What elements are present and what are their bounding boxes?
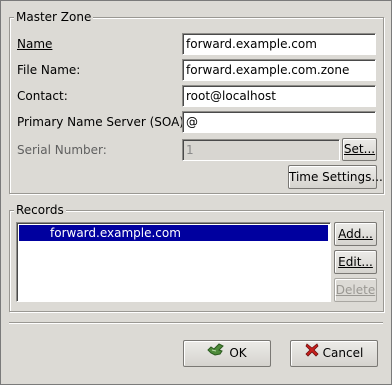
contact-label-text: Contact: bbox=[17, 89, 68, 103]
ok-button[interactable]: OK bbox=[183, 340, 271, 367]
file-name-label-text: File Name: bbox=[17, 63, 81, 77]
serial-number-label-text: Serial Number: bbox=[17, 143, 107, 157]
time-settings-button[interactable]: Time Settings... bbox=[288, 165, 383, 189]
records-list[interactable]: forward.example.com bbox=[16, 222, 331, 302]
ok-button-label: OK bbox=[229, 346, 247, 360]
file-name-label: File Name: bbox=[17, 62, 80, 78]
add-record-button[interactable]: Add... bbox=[334, 222, 377, 246]
time-settings-button-label: Time Settings... bbox=[289, 170, 383, 184]
contact-field[interactable]: root@localhost bbox=[182, 85, 376, 107]
records-list-item[interactable]: forward.example.com bbox=[19, 225, 328, 241]
name-label: Name bbox=[17, 36, 52, 52]
primary-name-server-field[interactable]: @ bbox=[182, 111, 376, 133]
delete-record-button-label: Delete bbox=[335, 283, 376, 297]
master-zone-dialog: Master Zone Name File Name: Contact: Pri… bbox=[0, 0, 392, 385]
set-button-label: Set... bbox=[343, 142, 376, 156]
set-button[interactable]: Set... bbox=[342, 138, 377, 161]
edit-record-button[interactable]: Edit... bbox=[334, 250, 377, 274]
footer-separator bbox=[9, 322, 383, 324]
primary-name-server-label-text: Primary Name Server (SOA): bbox=[17, 115, 189, 129]
cancel-button-label: Cancel bbox=[322, 346, 364, 360]
cancel-x-icon bbox=[305, 341, 319, 366]
records-title: Records bbox=[14, 202, 66, 218]
contact-label: Contact: bbox=[17, 88, 68, 104]
ok-hand-icon bbox=[207, 341, 225, 366]
primary-name-server-label: Primary Name Server (SOA): bbox=[17, 114, 188, 130]
name-field[interactable]: forward.example.com bbox=[182, 33, 376, 55]
add-record-button-label: Add... bbox=[338, 227, 373, 241]
master-zone-title: Master Zone bbox=[14, 9, 94, 25]
edit-record-button-label: Edit... bbox=[338, 255, 373, 269]
serial-number-field: 1 bbox=[182, 139, 340, 161]
name-label-text: Name bbox=[17, 37, 53, 51]
cancel-button[interactable]: Cancel bbox=[290, 340, 378, 367]
delete-record-button: Delete bbox=[334, 278, 377, 302]
serial-number-label: Serial Number: bbox=[17, 142, 107, 158]
file-name-field[interactable]: forward.example.com.zone bbox=[182, 59, 376, 81]
